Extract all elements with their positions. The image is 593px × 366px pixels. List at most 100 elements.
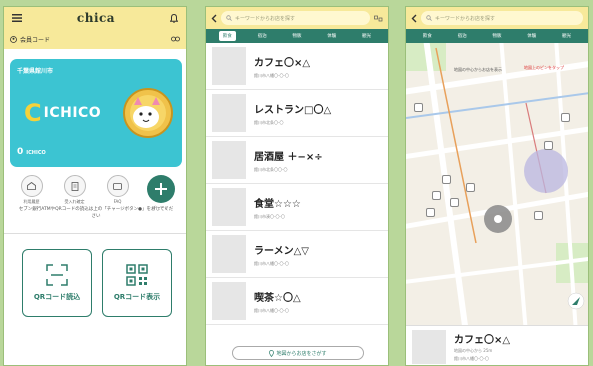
shop-pin[interactable]	[450, 198, 459, 207]
app-logo: chica	[76, 11, 116, 25]
list-item[interactable]: レストラン□〇△ 館川市北条〇-〇	[206, 90, 388, 137]
search-input[interactable]: キーワードからお店を探す	[221, 11, 370, 25]
shop-pin[interactable]	[466, 183, 475, 192]
shop-list-screen: キーワードからお店を探す 飲食 宿泊 物販 体験 観光 カフェ〇×△ 館川市八幡〇…	[205, 6, 389, 366]
action-row: 利用履歴 受入れ確定 FAQ チャージ	[10, 175, 182, 211]
shop-thumbnail	[212, 282, 246, 320]
map-screen: キーワードからお店を探す 飲食 宿泊 物販 体験 観光 地図の中心からお店を表示…	[405, 6, 589, 366]
user-icon	[10, 35, 17, 43]
qr-scan-icon	[46, 264, 68, 286]
map-search-button[interactable]: 地図からお店をさがす	[232, 346, 364, 360]
shop-name: 居酒屋 ＋−×÷	[254, 151, 323, 163]
bell-icon[interactable]	[169, 13, 178, 23]
list-item[interactable]: 喫茶☆〇△ 館川市八幡〇-〇-〇	[206, 278, 388, 325]
shop-thumbnail	[212, 141, 246, 179]
search-icon	[226, 15, 232, 21]
shop-address: 館川市北条〇〇-〇	[254, 166, 288, 172]
shop-thumbnail	[212, 47, 246, 85]
plus-icon	[154, 183, 167, 195]
shop-name: カフェ〇×△	[254, 57, 311, 69]
shop-pin[interactable]	[442, 175, 451, 184]
map-pin-icon	[269, 349, 275, 357]
selected-shop-card[interactable]: カフェ〇×△ 地図の中心から 25m 館川市八幡〇-〇-〇	[406, 325, 588, 365]
list-item[interactable]: 食堂☆☆☆ 館川市湊〇-〇-〇	[206, 184, 388, 231]
shop-list: カフェ〇×△ 館川市八幡〇-〇-〇 レストラン□〇△ 館川市北条〇-〇 居酒屋 ＋−…	[206, 43, 388, 325]
filter-icon[interactable]	[374, 15, 383, 22]
search-bar: キーワードからお店を探す	[206, 7, 388, 29]
history-label: 利用履歴	[23, 199, 40, 204]
qr-code-icon	[126, 264, 148, 286]
wallet-screen: chica 会員コード 千葉県館川市 C ICHICO 0 ICHICO 利用履…	[3, 6, 187, 366]
shop-distance: 地図の中心から 25m	[454, 348, 493, 353]
tab-stay[interactable]: 宿泊	[454, 31, 471, 41]
list-item[interactable]: ラーメン△▽ 館川市八幡〇-〇-〇	[206, 231, 388, 278]
shop-pin[interactable]	[561, 113, 570, 122]
map-streets	[406, 43, 588, 325]
receipt-button[interactable]: 受入れ確定	[57, 175, 93, 205]
tab-stay[interactable]: 宿泊	[254, 31, 271, 41]
history-button[interactable]: 利用履歴	[14, 175, 50, 205]
card-balance: 0 ICHICO	[17, 147, 46, 157]
link-icon[interactable]	[171, 36, 180, 42]
search-icon	[426, 15, 432, 21]
shop-address: 館川市八幡〇-〇-〇	[254, 260, 289, 266]
map-hint-pin: 地図上のピンをタップ	[524, 65, 564, 70]
tab-food[interactable]: 飲食	[419, 31, 436, 41]
tab-experience[interactable]: 体験	[523, 31, 540, 41]
tab-experience[interactable]: 体験	[323, 31, 340, 41]
menu-icon[interactable]	[12, 14, 22, 22]
shop-address: 館川市八幡〇-〇-〇	[254, 307, 289, 313]
search-input[interactable]: キーワードからお店を探す	[421, 11, 583, 25]
divider	[4, 233, 186, 234]
map-view[interactable]: 地図の中心からお店を表示 地図上のピンをタップ	[406, 43, 588, 325]
back-icon[interactable]	[211, 14, 217, 23]
qr-show-button[interactable]: QRコード表示	[102, 249, 172, 317]
shop-thumbnail	[212, 235, 246, 273]
shop-pin[interactable]	[432, 191, 441, 200]
category-tabs: 飲食 宿泊 物販 体験 観光	[406, 29, 588, 43]
shop-name: 喫茶☆〇△	[254, 292, 301, 304]
app-header: chica	[4, 7, 186, 29]
qr-read-button[interactable]: QRコード読込	[22, 249, 92, 317]
faq-label: FAQ	[113, 199, 122, 204]
shop-pin[interactable]	[534, 211, 543, 220]
balance-unit: ICHICO	[26, 150, 46, 156]
shop-pin[interactable]	[544, 141, 553, 150]
list-item[interactable]: 居酒屋 ＋−×÷ 館川市北条〇〇-〇	[206, 137, 388, 184]
faq-icon	[113, 182, 122, 190]
tab-sightseeing[interactable]: 観光	[558, 31, 575, 41]
shop-name: カフェ〇×△	[454, 335, 511, 346]
wallet-icon	[27, 182, 36, 190]
member-code-label[interactable]: 会員コード	[20, 35, 50, 44]
map-hint-center: 地図の中心からお店を表示	[454, 67, 502, 72]
charge-button[interactable]: チャージ	[143, 175, 179, 211]
qr-read-label: QRコード読込	[33, 293, 81, 301]
card-brand-text: ICHICO	[43, 105, 102, 121]
balance-value: 0	[17, 147, 24, 157]
qr-show-label: QRコード表示	[113, 293, 161, 301]
shop-name: レストラン□〇△	[254, 104, 332, 116]
card-brand-c: C	[24, 99, 42, 127]
search-bar: キーワードからお店を探す	[406, 7, 588, 29]
back-icon[interactable]	[411, 14, 417, 23]
search-placeholder: キーワードからお店を探す	[435, 15, 496, 22]
shop-pin[interactable]	[414, 103, 423, 112]
shop-address: 館川市北条〇-〇	[254, 119, 284, 125]
member-bar: 会員コード	[4, 29, 186, 49]
card-brand: C ICHICO	[24, 101, 101, 125]
shop-thumbnail	[212, 188, 246, 226]
receipt-label: 受入れ確定	[64, 199, 85, 204]
shop-pin[interactable]	[426, 208, 435, 217]
tab-goods[interactable]: 物販	[488, 31, 505, 41]
tab-goods[interactable]: 物販	[288, 31, 305, 41]
card-city: 千葉県館川市	[17, 68, 54, 75]
tab-food[interactable]: 飲食	[218, 31, 236, 41]
shop-name: 食堂☆☆☆	[254, 198, 301, 210]
list-item[interactable]: カフェ〇×△ 館川市八幡〇-〇-〇	[206, 43, 388, 90]
ichico-card[interactable]: 千葉県館川市 C ICHICO 0 ICHICO	[10, 59, 182, 167]
coin-mascot-icon	[123, 88, 173, 138]
tab-sightseeing[interactable]: 観光	[358, 31, 375, 41]
shop-address: 館川市八幡〇-〇-〇	[454, 356, 489, 361]
faq-button[interactable]: FAQ	[100, 175, 136, 204]
shop-name: ラーメン△▽	[254, 245, 309, 257]
